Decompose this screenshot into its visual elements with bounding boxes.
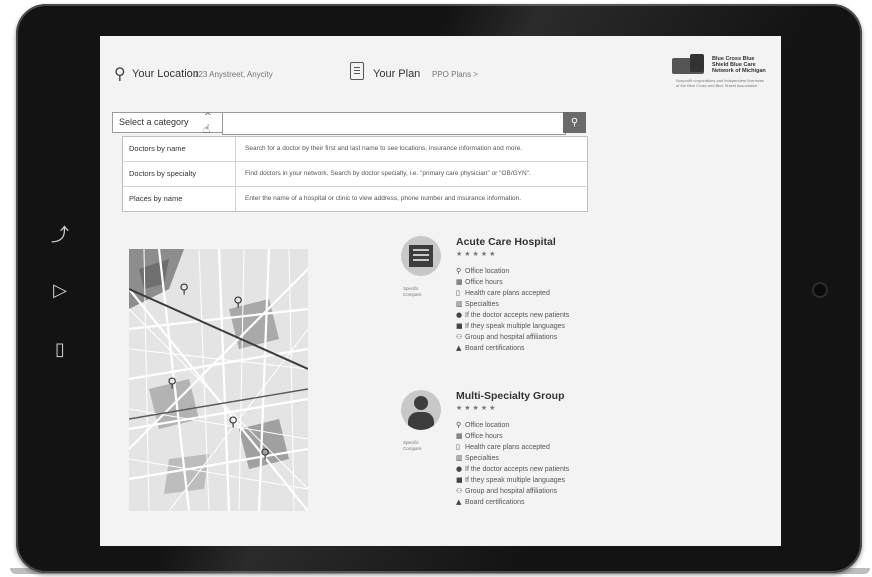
result-attributes: ⚲ Office location ▦ Office hours ▯ Health c… — [456, 266, 596, 354]
dropdown-item-name[interactable]: Doctors by specialty — [129, 162, 236, 186]
rotate-icon[interactable]: ⤴ — [48, 224, 72, 248]
document-icon: ▯ — [456, 289, 460, 297]
result-title[interactable]: Multi-Specialty Group — [456, 390, 565, 402]
play-icon[interactable]: ▷ — [48, 279, 72, 303]
clock-icon: ▦ — [456, 278, 463, 286]
home-button[interactable] — [812, 282, 828, 298]
shield-mark-icon — [690, 54, 704, 72]
attribute-specialties: ▥ Specialties — [456, 300, 499, 308]
location-pin-icon: ⚲ — [456, 421, 462, 429]
dropdown-item-name[interactable]: Places by name — [129, 187, 236, 211]
certificate-icon: ▲ — [456, 498, 462, 506]
certificate-icon: ▲ — [456, 344, 462, 352]
dropdown-item[interactable]: Doctors by name Search for a doctor by t… — [123, 137, 587, 162]
map-pin-icon[interactable]: ⚲ — [259, 448, 271, 462]
app-screen: ⚲ Your Location 123 Anystreet, Anycity Y… — [100, 36, 781, 546]
dropdown-item[interactable]: Places by name Enter the name of a hospi… — [123, 187, 587, 211]
attribute-affiliations: ⚇ Group and hospital affiliations — [456, 333, 558, 341]
map-pin-icon[interactable]: ⚲ — [227, 416, 239, 430]
dropdown-item[interactable]: Doctors by specialty Find doctors in you… — [123, 162, 587, 187]
category-dropdown: Doctors by name Search for a doctor by t… — [122, 136, 588, 212]
attribute-office-location: ⚲ Office location — [456, 421, 510, 429]
results-map[interactable]: ⚲ ⚲ ⚲ ⚲ ⚲ — [129, 249, 308, 511]
search-icon: ⚲ — [570, 117, 579, 128]
person-icon: ● — [456, 311, 463, 319]
bcbs-logo[interactable]: Blue Cross Blue Shield Blue Care Network… — [672, 54, 767, 92]
rating-stars: ★★★★★ — [456, 404, 498, 412]
chat-icon: ■ — [456, 322, 463, 330]
hospital-building-icon — [401, 236, 441, 276]
logo-tagline: Nonprofit corporations and independent l… — [676, 78, 765, 88]
clock-icon: ▦ — [456, 432, 463, 440]
location-pin-icon[interactable]: ⚲ — [114, 64, 126, 83]
logo-name: Blue Cross Blue Shield Blue Care Network… — [712, 56, 766, 74]
group-icon: ⚇ — [456, 333, 463, 341]
map-streets — [129, 249, 308, 511]
attribute-office-hours: ▦ Office hours — [456, 432, 503, 440]
attribute-languages: ■ If they speak multiple languages — [456, 476, 566, 484]
document-icon: ▯ — [456, 443, 460, 451]
search-bar: Select a category ^ ☝ ⚲ — [112, 112, 586, 136]
map-pin-icon[interactable]: ⚲ — [232, 296, 244, 310]
search-button[interactable]: ⚲ — [563, 112, 586, 133]
chat-icon: ■ — [456, 476, 463, 484]
clipboard-icon[interactable] — [350, 62, 364, 80]
dropdown-item-description: Enter the name of a hospital or clinic t… — [245, 195, 522, 202]
attribute-affiliations: ⚇ Group and hospital affiliations — [456, 487, 558, 495]
map-pin-icon[interactable]: ⚲ — [166, 377, 178, 391]
attribute-new-patients: ● If the doctor accepts new patients — [456, 465, 570, 473]
dropdown-item-description: Search for a doctor by their first and l… — [245, 145, 523, 152]
attribute-plans: ▯ Health care plans accepted — [456, 289, 550, 297]
attribute-languages: ■ If they speak multiple languages — [456, 322, 566, 330]
top-bar: ⚲ Your Location 123 Anystreet, Anycity Y… — [100, 36, 781, 112]
hand-cursor-icon: ☝ — [203, 122, 211, 136]
result-attributes: ⚲ Office location ▦ Office hours ▯ Health c… — [456, 420, 596, 508]
attribute-specialties: ▥ Specialties — [456, 454, 499, 462]
attribute-certifications: ▲ Board certifications — [456, 498, 525, 506]
location-pin-icon: ⚲ — [456, 267, 462, 275]
search-input[interactable] — [222, 112, 566, 135]
group-icon: ⚇ — [456, 487, 463, 495]
device-icon[interactable]: ▯ — [48, 338, 72, 362]
plan-value[interactable]: PPO Plans > — [432, 70, 478, 79]
specific-compare[interactable]: Specific Compare — [403, 286, 441, 298]
attribute-office-hours: ▦ Office hours — [456, 278, 503, 286]
dropdown-item-name[interactable]: Doctors by name — [129, 137, 236, 161]
rating-stars: ★★★★★ — [456, 250, 498, 258]
person-icon: ● — [456, 465, 463, 473]
location-value[interactable]: 123 Anystreet, Anycity — [194, 70, 273, 79]
attribute-office-location: ⚲ Office location — [456, 267, 510, 275]
attribute-new-patients: ● If the doctor accepts new patients — [456, 311, 570, 319]
attribute-plans: ▯ Health care plans accepted — [456, 443, 550, 451]
building-icon: ▥ — [456, 454, 463, 462]
doctor-avatar-icon — [401, 390, 441, 430]
building-icon: ▥ — [456, 300, 463, 308]
specific-compare[interactable]: Specific Compare — [403, 440, 441, 452]
chevron-up-icon[interactable]: ^ — [204, 112, 212, 122]
map-pin-icon[interactable]: ⚲ — [178, 283, 190, 297]
plan-label[interactable]: Your Plan — [373, 68, 420, 80]
attribute-certifications: ▲ Board certifications — [456, 344, 525, 352]
dropdown-item-description: Find doctors in your network. Search by … — [245, 170, 531, 177]
location-label[interactable]: Your Location — [132, 68, 199, 80]
result-title[interactable]: Acute Care Hospital — [456, 236, 556, 248]
